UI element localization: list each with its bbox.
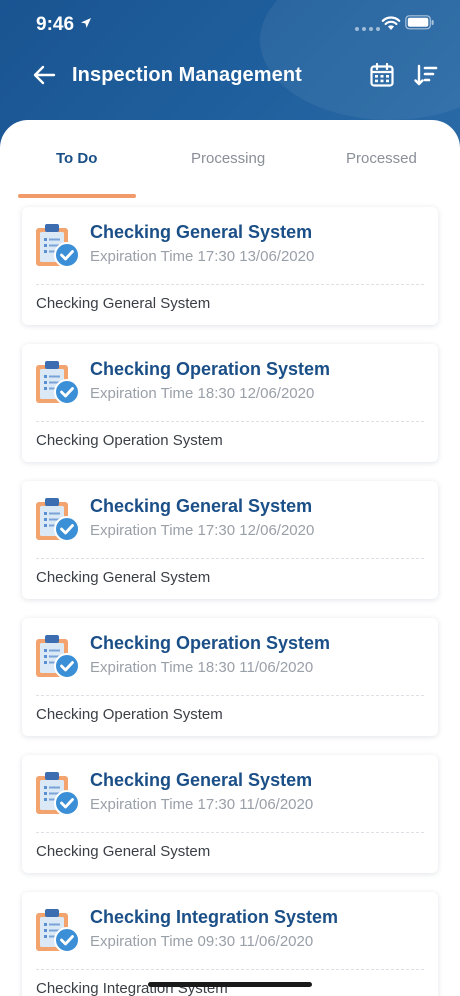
tab-processing[interactable]: Processing	[191, 150, 265, 167]
task-description: Checking Operation System	[36, 706, 223, 723]
clipboard-check-icon	[36, 361, 80, 405]
task-title: Checking Operation System	[90, 633, 331, 653]
task-description: Checking General System	[36, 569, 211, 586]
task-title: Checking General System	[90, 222, 313, 242]
task-description: Checking General System	[36, 295, 211, 312]
task-title: Checking General System	[90, 770, 313, 790]
task-expiration: Expiration Time 18:30 11/06/2020	[90, 659, 314, 676]
tab-to-do[interactable]: To Do	[56, 150, 97, 167]
task-description: Checking Operation System	[36, 432, 223, 449]
clipboard-check-icon	[36, 498, 80, 542]
home-indicator	[148, 982, 312, 987]
clipboard-check-icon	[36, 909, 80, 953]
back-arrow-icon[interactable]	[32, 64, 56, 86]
card-divider	[36, 558, 424, 559]
task-card[interactable]: Checking Operation System Expiration Tim…	[22, 344, 438, 462]
clipboard-check-icon	[36, 224, 80, 268]
status-time: 9:46	[36, 14, 75, 35]
active-tab-indicator	[18, 194, 136, 198]
battery-icon	[405, 15, 434, 30]
task-card[interactable]: Checking Operation System Expiration Tim…	[22, 618, 438, 736]
sort-icon[interactable]	[414, 63, 438, 87]
task-card[interactable]: Checking General System Expiration Time …	[22, 207, 438, 325]
card-divider	[36, 284, 424, 285]
task-card[interactable]: Checking Integration System Expiration T…	[22, 892, 438, 996]
task-expiration: Expiration Time 17:30 12/06/2020	[90, 522, 315, 539]
task-card[interactable]: Checking General System Expiration Time …	[22, 481, 438, 599]
card-divider	[36, 421, 424, 422]
wifi-icon	[381, 16, 401, 30]
task-expiration: Expiration Time 09:30 11/06/2020	[90, 933, 314, 950]
calendar-icon[interactable]	[370, 63, 394, 87]
task-description: Checking General System	[36, 843, 211, 860]
tab-processed[interactable]: Processed	[346, 150, 417, 167]
task-title: Checking Integration System	[90, 907, 339, 927]
task-expiration: Expiration Time 18:30 12/06/2020	[90, 385, 315, 402]
navigation-bar: Inspection Management	[0, 56, 460, 96]
status-bar: 9:46	[0, 0, 460, 50]
location-arrow-icon	[81, 18, 91, 28]
clipboard-check-icon	[36, 635, 80, 679]
task-expiration: Expiration Time 17:30 13/06/2020	[90, 248, 315, 265]
tab-bar: To Do Processing Processed	[0, 120, 460, 198]
page-title: Inspection Management	[72, 64, 302, 86]
task-title: Checking General System	[90, 496, 313, 516]
cellular-signal-icon	[355, 27, 380, 31]
task-card[interactable]: Checking General System Expiration Time …	[22, 755, 438, 873]
task-title: Checking Operation System	[90, 359, 331, 379]
content-sheet: To Do Processing Processed Checking Gene…	[0, 120, 460, 996]
task-expiration: Expiration Time 17:30 11/06/2020	[90, 796, 314, 813]
card-divider	[36, 969, 424, 970]
clipboard-check-icon	[36, 772, 80, 816]
card-divider	[36, 695, 424, 696]
card-divider	[36, 832, 424, 833]
